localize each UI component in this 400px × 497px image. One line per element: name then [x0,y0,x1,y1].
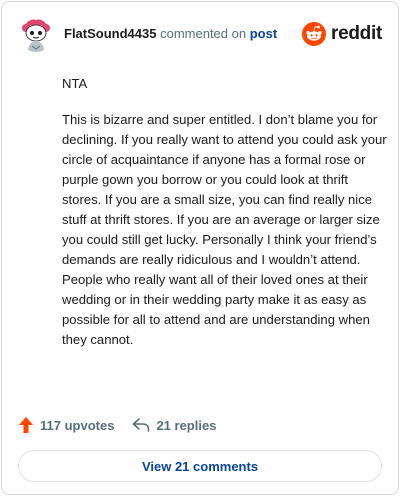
reply-arrow-icon [133,418,150,432]
snoo-avatar-icon [18,16,54,52]
replies-button[interactable]: 21 replies [132,417,216,433]
upvote-button[interactable]: 117 upvotes [18,416,114,434]
comment-body: NTA This is bizarre and super entitled. … [62,74,388,350]
comment-meta: FlatSound4435 commented on post [64,26,277,42]
post-link[interactable]: post [250,26,277,41]
reddit-wordmark: reddit [331,23,382,44]
comment-paragraph: NTA [62,76,88,91]
comment-header: FlatSound4435 commented on post reddit [18,16,382,52]
view-comments-label: View 21 comments [141,458,259,474]
upvote-arrow-icon [19,417,33,433]
reddit-brand[interactable]: reddit [302,22,382,46]
commented-on-text: commented on [160,26,247,41]
user-avatar[interactable] [18,16,54,52]
comment-paragraph: This is bizarre and super entitled. I do… [62,112,387,347]
view-comments-button[interactable]: View 21 comments [18,450,382,482]
comment-card: FlatSound4435 commented on post reddit N… [1,1,399,495]
upvote-count: 117 upvotes [40,417,115,433]
username-link[interactable]: FlatSound4435 [64,26,156,41]
reddit-logo-icon [302,22,327,46]
replies-count: 21 replies [156,417,217,433]
comment-actions: 117 upvotes 21 replies [18,414,216,436]
